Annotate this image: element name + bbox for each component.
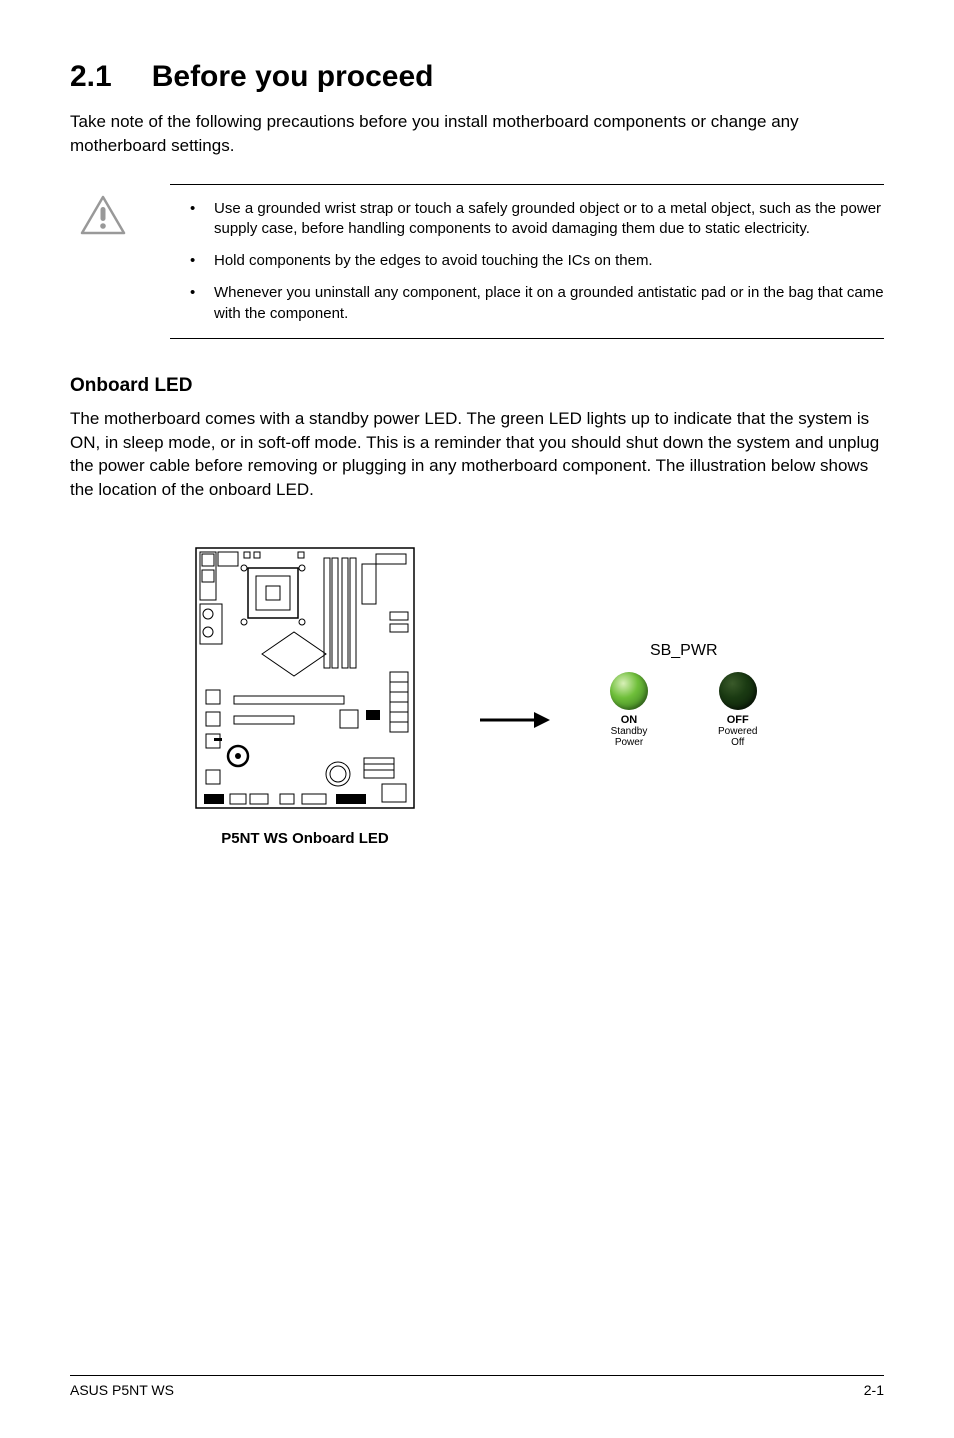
caution-block: Use a grounded wrist strap or touch a sa… (170, 184, 884, 339)
motherboard-diagram-block: P5NT WS Onboard LED (190, 542, 420, 847)
led-row: ON Standby Power OFF Powered Off (610, 672, 757, 748)
led-off-item: OFF Powered Off (718, 672, 757, 748)
sbpwr-label: SB_PWR (650, 642, 718, 660)
page-footer: ASUS P5NT WS 2-1 (70, 1375, 884, 1398)
onboard-led-body: The motherboard comes with a standby pow… (70, 407, 884, 502)
caution-icon (80, 195, 126, 235)
led-on-desc2: Power (615, 737, 643, 748)
led-on-item: ON Standby Power (610, 672, 648, 748)
board-caption: P5NT WS Onboard LED (221, 830, 389, 847)
intro-paragraph: Take note of the following precautions b… (70, 110, 884, 158)
section-heading: 2.1 Before you proceed (70, 60, 884, 94)
led-on-desc1: Standby (611, 726, 648, 737)
led-off-state: OFF (727, 714, 749, 726)
diagram-container: P5NT WS Onboard LED SB_PWR ON Standby Po… (190, 542, 884, 847)
caution-item: Use a grounded wrist strap or touch a sa… (214, 199, 884, 240)
section-number: 2.1 (70, 60, 112, 94)
led-off-desc1: Powered (718, 726, 757, 737)
led-legend-block: SB_PWR ON Standby Power OFF Powered Off (610, 642, 757, 748)
caution-item: Hold components by the edges to avoid to… (214, 251, 884, 271)
led-off-icon (719, 672, 757, 710)
footer-left: ASUS P5NT WS (70, 1382, 174, 1398)
led-on-icon (610, 672, 648, 710)
motherboard-diagram (190, 542, 420, 822)
onboard-led-heading: Onboard LED (70, 375, 884, 397)
section-title: Before you proceed (152, 60, 434, 93)
arrow-icon (480, 710, 550, 730)
caution-list: Use a grounded wrist strap or touch a sa… (170, 199, 884, 324)
caution-item: Whenever you uninstall any component, pl… (214, 283, 884, 324)
footer-right: 2-1 (864, 1382, 884, 1398)
led-off-desc2: Off (731, 737, 744, 748)
led-on-state: ON (621, 714, 638, 726)
